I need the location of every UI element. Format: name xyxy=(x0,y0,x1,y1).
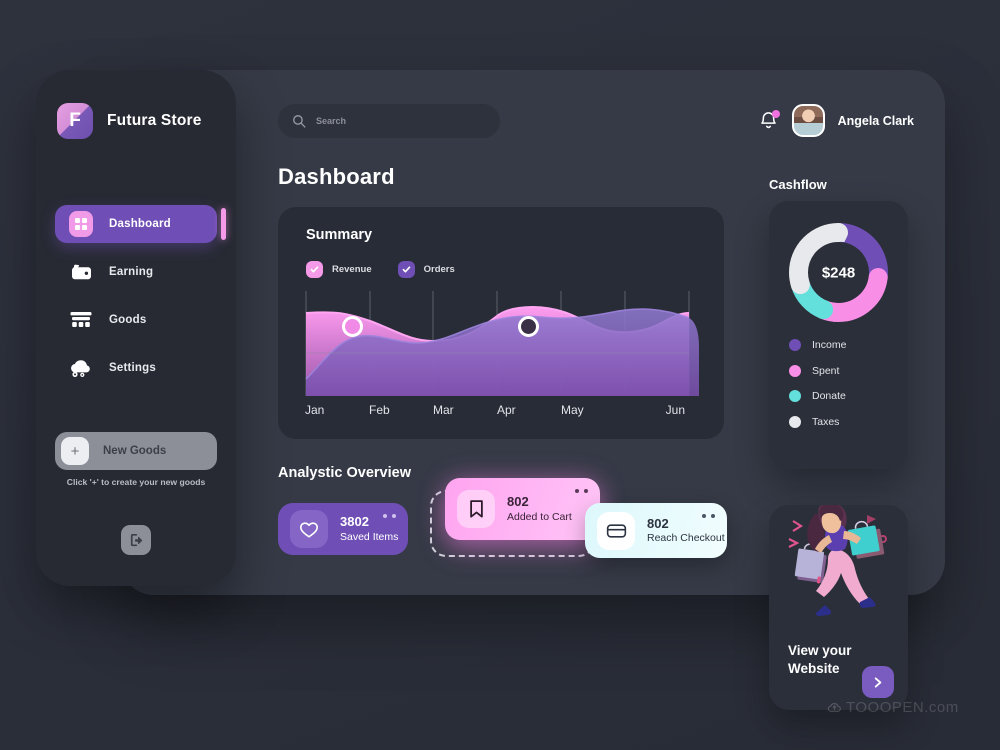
cashflow-legend-item-spent[interactable]: Spent xyxy=(789,364,899,377)
card-value: 802 xyxy=(647,515,669,531)
profile-area: Angela Clark xyxy=(759,104,914,137)
summary-title: Summary xyxy=(306,227,373,243)
legend-label: Spent xyxy=(812,364,840,377)
legend-dot-icon xyxy=(789,339,801,351)
app-root: Futura Store Dashboard Earning xyxy=(0,0,1000,750)
checkbox-checked-icon[interactable] xyxy=(397,261,415,278)
sidebar: Futura Store Dashboard Earning xyxy=(36,70,236,586)
card-text-group: 802 Reach Checkout xyxy=(647,516,725,545)
axis-tick: Mar xyxy=(433,403,454,417)
view-website-title: View your Website xyxy=(788,642,852,678)
sidebar-item-goods[interactable]: Goods xyxy=(55,301,217,339)
view-website-card[interactable]: View your Website xyxy=(769,505,908,710)
legend-label: Donate xyxy=(812,390,846,402)
legend-label: Revenue xyxy=(332,264,372,275)
legend-dot-icon xyxy=(789,364,801,377)
watermark-text: TOOOPEN.com xyxy=(846,699,959,716)
title-line-2: Website xyxy=(788,661,840,677)
brand: Futura Store xyxy=(57,103,202,139)
credit-card-icon xyxy=(597,511,635,550)
cashflow-donut-chart: $248 xyxy=(788,222,889,323)
axis-tick: Apr xyxy=(497,403,516,417)
heart-icon xyxy=(290,510,328,548)
axis-tick: Jan xyxy=(305,403,325,417)
analystic-card-added-to-cart[interactable]: 802 Added to Cart xyxy=(445,478,600,540)
user-name: Angela Clark xyxy=(837,113,914,128)
cashflow-card: $248 Income Spent Donate Taxes xyxy=(769,201,908,469)
cashflow-legend-item-donate[interactable]: Donate xyxy=(789,390,899,402)
arrow-right-icon xyxy=(874,676,881,688)
shopping-woman-illustration xyxy=(788,505,887,616)
new-goods-button[interactable]: + New Goods xyxy=(55,432,217,470)
title-line-1: View your xyxy=(788,643,852,659)
chart-marker-revenue[interactable] xyxy=(342,316,363,337)
axis-tick: May xyxy=(561,403,584,417)
sidebar-item-earning[interactable]: Earning xyxy=(55,253,217,291)
search-icon xyxy=(293,115,306,128)
gear-cloud-icon xyxy=(69,356,93,380)
sidebar-item-label: Goods xyxy=(109,314,147,326)
axis-tick: Jun xyxy=(665,403,685,417)
sidebar-nav: Dashboard Earning Goods Settings xyxy=(55,205,217,397)
store-icon xyxy=(69,308,93,332)
summary-card: Summary Revenue Orders Jan Feb Mar Apr M… xyxy=(278,207,724,439)
legend-item-revenue[interactable]: Revenue xyxy=(306,261,372,278)
chart-x-axis: Jan Feb Mar Apr May Jun xyxy=(305,403,701,417)
cashflow-title: Cashflow xyxy=(769,177,827,192)
bookmark-icon xyxy=(457,490,495,528)
plus-icon: + xyxy=(61,437,89,465)
cashflow-legend-item-taxes[interactable]: Taxes xyxy=(789,415,899,428)
cashflow-total: $248 xyxy=(821,264,856,281)
card-menu-dots[interactable] xyxy=(383,514,396,518)
sidebar-item-label: Dashboard xyxy=(109,218,171,230)
card-menu-dots[interactable] xyxy=(575,489,588,493)
sidebar-item-settings[interactable]: Settings xyxy=(55,349,217,387)
legend-item-orders[interactable]: Orders xyxy=(397,261,455,278)
chart-marker-orders[interactable] xyxy=(518,316,539,337)
search-placeholder: Search xyxy=(316,116,347,126)
card-label: Saved Items xyxy=(340,530,399,543)
logout-icon xyxy=(130,533,142,546)
card-value: 802 xyxy=(507,494,529,510)
summary-legend: Revenue Orders xyxy=(306,261,455,278)
sidebar-item-dashboard[interactable]: Dashboard xyxy=(55,205,217,243)
view-website-go-button[interactable] xyxy=(862,666,894,698)
card-label: Added to Cart xyxy=(507,510,572,523)
new-goods-hint: Click '+' to create your new goods xyxy=(66,477,206,487)
app-logo-icon xyxy=(57,103,93,139)
search-input[interactable]: Search xyxy=(278,104,500,138)
avatar[interactable] xyxy=(791,104,825,137)
axis-tick: Feb xyxy=(369,403,390,417)
analystic-title: Analystic Overview xyxy=(278,465,411,481)
card-text-group: 3802 Saved Items xyxy=(340,514,398,543)
legend-label: Taxes xyxy=(812,415,840,428)
checkbox-checked-icon[interactable] xyxy=(306,261,323,278)
logout-button[interactable] xyxy=(121,525,151,555)
page-title: Dashboard xyxy=(278,164,395,189)
sidebar-item-label: Settings xyxy=(109,362,156,374)
notification-button[interactable] xyxy=(759,109,780,132)
legend-label: Income xyxy=(812,339,847,351)
sidebar-item-label: Earning xyxy=(109,266,154,278)
cashflow-legend: Income Spent Donate Taxes xyxy=(789,339,899,441)
cashflow-legend-item-income[interactable]: Income xyxy=(789,339,899,351)
card-text-group: 802 Added to Cart xyxy=(507,494,572,523)
summary-area-chart xyxy=(305,291,699,396)
card-label: Reach Checkout xyxy=(647,532,725,545)
notification-badge xyxy=(771,109,780,118)
watermark: TOOOPEN.com xyxy=(827,699,959,716)
grid-tile-icon xyxy=(69,211,93,237)
wallet-icon xyxy=(69,260,93,284)
legend-dot-icon xyxy=(789,415,801,428)
analystic-card-reach-checkout[interactable]: 802 Reach Checkout xyxy=(585,503,727,558)
new-goods-label: New Goods xyxy=(103,445,167,457)
card-menu-dots[interactable] xyxy=(702,514,715,518)
legend-dot-icon xyxy=(789,390,801,402)
cloud-icon xyxy=(827,703,841,712)
brand-name: Futura Store xyxy=(107,112,202,129)
analystic-card-saved-items[interactable]: 3802 Saved Items xyxy=(278,503,408,555)
active-nav-indicator xyxy=(221,208,226,240)
legend-label: Orders xyxy=(423,264,455,275)
